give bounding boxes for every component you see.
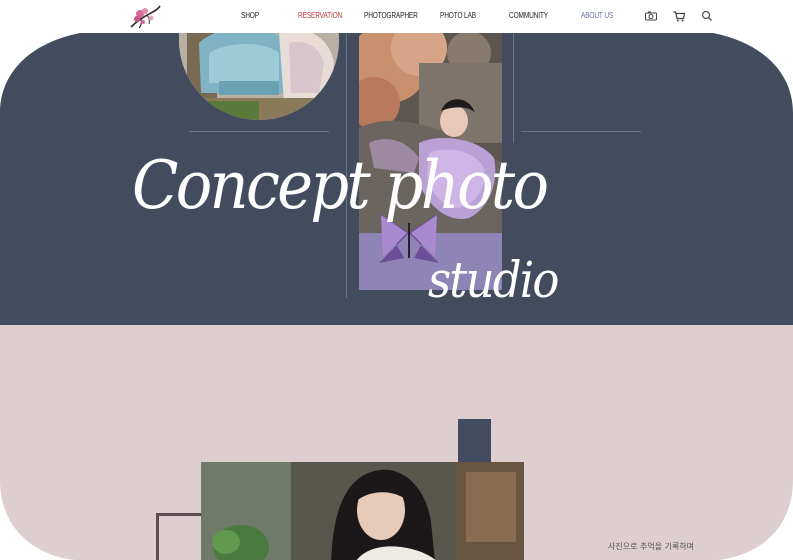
cart-icon[interactable] <box>672 9 686 23</box>
search-icon[interactable] <box>700 9 714 23</box>
intro-section: 사진으로 추억을 기록하며 <box>0 325 793 560</box>
portrait-photo <box>201 462 524 560</box>
hero-title-line1: Concept photo <box>132 147 549 224</box>
hero-title-line2: studio <box>428 251 559 309</box>
blossom-logo[interactable] <box>129 3 161 29</box>
top-navigation: SHOP RESERVATION PHOTOGRAPHER PHOTO LAB … <box>0 0 793 33</box>
intro-caption: 사진으로 추억을 기록하며 <box>608 542 695 551</box>
nav-about-us[interactable]: ABOUT US <box>581 11 613 20</box>
nav-reservation[interactable]: RESERVATION <box>298 11 342 20</box>
hero-vertical-line-right <box>513 33 514 143</box>
photo-frame-outline <box>156 513 206 560</box>
camera-icon[interactable] <box>644 9 658 23</box>
hero-banner: Concept photo studio <box>0 33 793 325</box>
hero-divider-left <box>189 131 329 132</box>
nav-photo-lab[interactable]: PHOTO LAB <box>440 11 476 20</box>
hero-divider-right <box>521 131 641 132</box>
nav-community[interactable]: COMMUNITY <box>509 11 548 20</box>
nav-shop[interactable]: SHOP <box>241 11 259 20</box>
nav-photographer[interactable]: PHOTOGRAPHER <box>364 11 418 20</box>
